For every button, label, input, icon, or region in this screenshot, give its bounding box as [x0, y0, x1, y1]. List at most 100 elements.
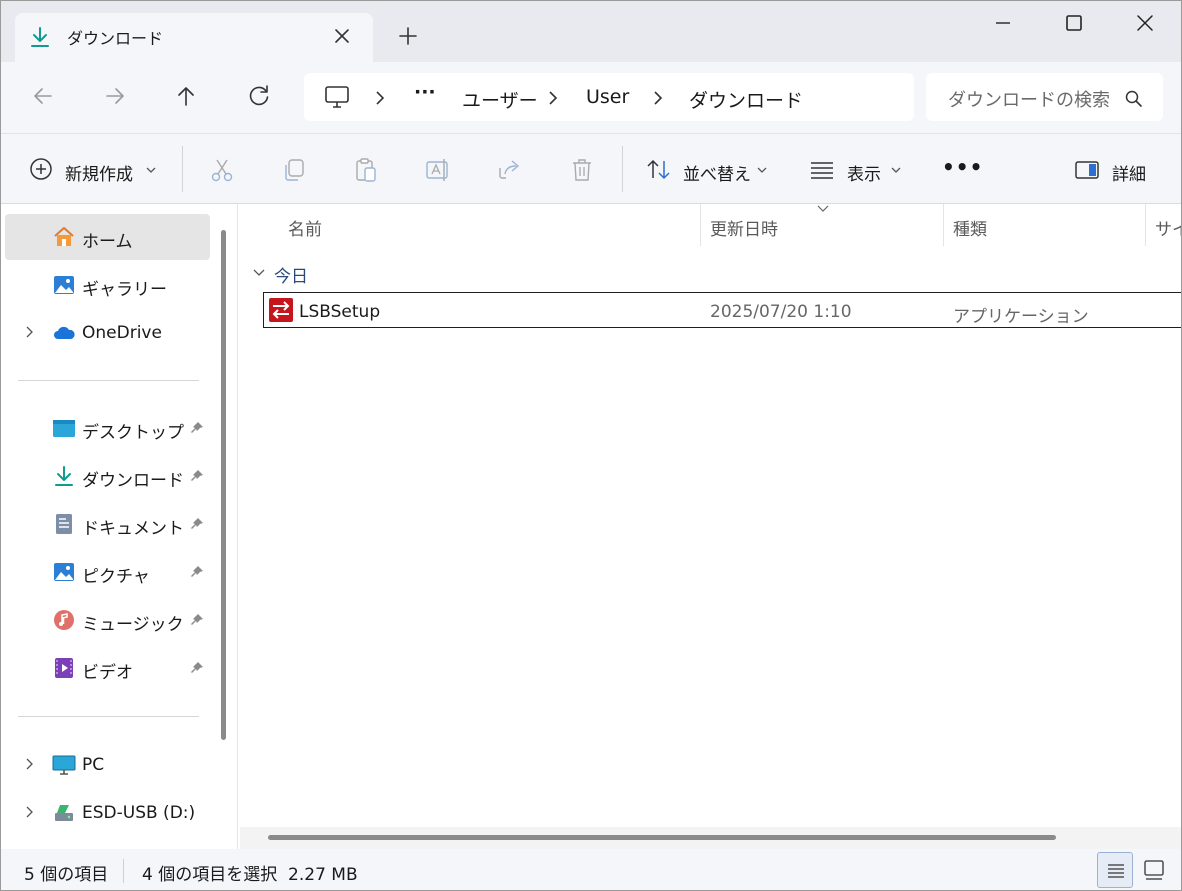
cut-icon[interactable]: [208, 156, 236, 184]
sidebar-item-label: ダウンロード: [82, 471, 184, 491]
close-tab-icon[interactable]: [331, 25, 353, 47]
file-name: LSBSetup: [299, 302, 381, 322]
navigation-bar: ··· ユーザー User ダウンロード ダウンロードの検索: [0, 62, 1182, 134]
item-count: 5 個の項目: [24, 865, 109, 885]
table-row[interactable]: LSBSetup 2025/07/20 1:10 アプリケーション: [263, 292, 1182, 328]
details-pane-icon[interactable]: [1073, 156, 1101, 184]
chevron-right-icon[interactable]: [21, 804, 37, 820]
view-button[interactable]: 表示: [847, 160, 881, 185]
up-icon[interactable]: [172, 82, 200, 110]
maximize-icon[interactable]: [1061, 10, 1087, 36]
chevron-right-icon[interactable]: [543, 87, 563, 109]
close-window-icon[interactable]: [1132, 10, 1158, 36]
search-icon[interactable]: [1124, 89, 1144, 109]
sidebar-item-usb-drive[interactable]: ESD-USB (D:): [5, 790, 210, 836]
tab-downloads[interactable]: ダウンロード: [15, 13, 373, 62]
column-header-type[interactable]: 種類: [953, 215, 987, 240]
music-icon: [54, 610, 74, 630]
new-icon[interactable]: [28, 156, 54, 182]
pin-icon[interactable]: [189, 564, 205, 580]
chevron-right-icon[interactable]: [21, 756, 37, 772]
chevron-down-icon[interactable]: [755, 164, 769, 176]
status-divider: [123, 859, 124, 883]
title-bar: ダウンロード: [0, 0, 1182, 62]
rename-icon[interactable]: [424, 156, 452, 184]
details-view-button[interactable]: [1097, 852, 1133, 888]
navigation-pane: ホーム ギャラリー OneDrive デスクトップ ダウンロード ドキュメント …: [0, 204, 238, 849]
refresh-icon[interactable]: [245, 82, 273, 110]
sidebar-item-documents[interactable]: ドキュメント: [5, 501, 210, 547]
breadcrumb-downloads[interactable]: ダウンロード: [689, 86, 803, 113]
sidebar-item-pc[interactable]: PC: [5, 742, 210, 788]
download-icon: [55, 466, 73, 486]
copy-icon[interactable]: [280, 156, 308, 184]
chevron-down-icon[interactable]: [252, 267, 266, 279]
sidebar-divider: [18, 380, 199, 381]
sort-button[interactable]: 並べ替え: [683, 160, 751, 185]
details-button[interactable]: 詳細: [1112, 160, 1146, 185]
home-icon: [54, 227, 74, 246]
chevron-down-icon[interactable]: [144, 164, 158, 176]
minimize-icon[interactable]: [990, 10, 1016, 36]
tiles-view-button[interactable]: [1136, 852, 1172, 888]
file-list: 名前 更新日時 種類 サイ 今日 LSBSetup 2025/07/20 1:1…: [240, 204, 1182, 849]
column-header-size[interactable]: サイ: [1155, 215, 1182, 240]
monitor-icon: [325, 86, 349, 108]
sidebar-scrollbar[interactable]: [221, 230, 226, 740]
forward-icon[interactable]: [101, 82, 129, 110]
column-divider[interactable]: [700, 204, 701, 246]
more-options-button[interactable]: •••: [942, 155, 983, 179]
pin-icon[interactable]: [189, 660, 205, 676]
breadcrumb-users[interactable]: ユーザー: [462, 86, 538, 113]
pin-icon[interactable]: [189, 612, 205, 628]
chevron-right-icon[interactable]: [648, 87, 668, 109]
column-divider[interactable]: [943, 204, 944, 246]
chevron-right-icon[interactable]: [370, 87, 390, 109]
sidebar-item-music[interactable]: ミュージック: [5, 597, 210, 643]
sidebar-item-label: デスクトップ: [82, 423, 184, 443]
chevron-down-icon[interactable]: [889, 164, 903, 176]
sort-icon[interactable]: [645, 156, 673, 184]
horizontal-scrollbar-track: [240, 827, 1182, 849]
usb-drive-icon: [55, 805, 73, 821]
sidebar-divider: [18, 716, 199, 717]
sidebar-item-videos[interactable]: ビデオ: [5, 645, 210, 691]
column-header-name[interactable]: 名前: [288, 215, 322, 240]
chevron-right-icon[interactable]: [21, 324, 37, 340]
pin-icon[interactable]: [189, 420, 205, 436]
sidebar-item-pictures[interactable]: ピクチャ: [5, 549, 210, 595]
selection-info: 4 個の項目を選択 2.27 MB: [142, 865, 358, 885]
sidebar-item-label: OneDrive: [82, 323, 162, 343]
sidebar-item-label: ドキュメント: [82, 519, 184, 539]
video-icon: [55, 658, 73, 678]
sidebar-item-label: ピクチャ: [82, 567, 150, 587]
search-input[interactable]: ダウンロードの検索: [926, 73, 1163, 121]
delete-icon[interactable]: [568, 156, 596, 184]
paste-icon[interactable]: [352, 156, 380, 184]
share-icon[interactable]: [496, 156, 524, 184]
column-divider[interactable]: [1145, 204, 1146, 246]
horizontal-scrollbar[interactable]: [268, 835, 1056, 840]
back-icon[interactable]: [29, 82, 57, 110]
toolbar-divider: [182, 146, 183, 192]
sidebar-item-home[interactable]: ホーム: [5, 214, 210, 260]
pin-icon[interactable]: [189, 468, 205, 484]
view-icon[interactable]: [808, 156, 836, 184]
command-bar: 新規作成 並べ替え 表示 ••• 詳細: [0, 134, 1182, 204]
new-tab-icon[interactable]: [396, 24, 420, 48]
new-button[interactable]: 新規作成: [65, 160, 133, 185]
preview-view-icon: [1144, 860, 1164, 880]
sidebar-item-label: PC: [82, 755, 105, 775]
pin-icon[interactable]: [189, 516, 205, 532]
file-type: アプリケーション: [953, 307, 1089, 327]
breadcrumb-overflow[interactable]: ···: [414, 81, 436, 103]
column-header-modified[interactable]: 更新日時: [710, 215, 778, 240]
sidebar-item-desktop[interactable]: デスクトップ: [5, 405, 210, 451]
address-bar[interactable]: ··· ユーザー User ダウンロード: [304, 73, 914, 121]
tab-title: ダウンロード: [67, 29, 164, 48]
sidebar-item-downloads[interactable]: ダウンロード: [5, 453, 210, 499]
toolbar-divider: [622, 146, 623, 192]
sidebar-item-onedrive[interactable]: OneDrive: [5, 310, 210, 356]
sidebar-item-gallery[interactable]: ギャラリー: [5, 262, 210, 308]
breadcrumb-user[interactable]: User: [586, 86, 629, 108]
